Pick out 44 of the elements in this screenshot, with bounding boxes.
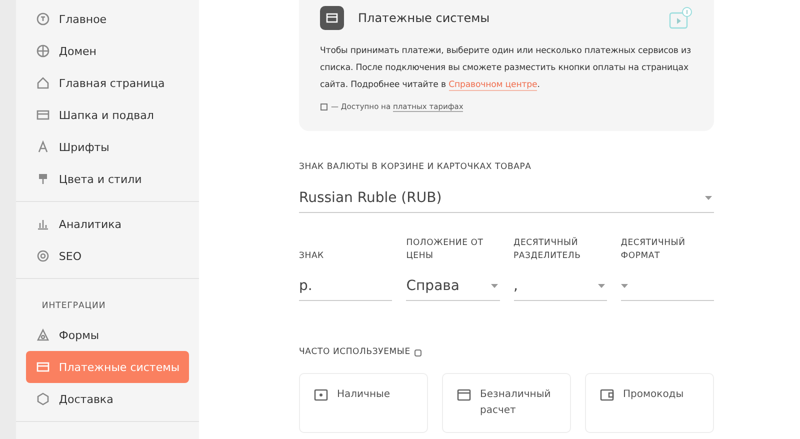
- bar-chart-icon: [36, 217, 50, 231]
- card-icon: [320, 6, 344, 30]
- cash-icon: [314, 388, 328, 402]
- sidebar-item[interactable]: Доставка: [26, 383, 189, 415]
- sidebar-item[interactable]: SEO: [26, 240, 189, 272]
- select-field[interactable]: Справа: [406, 271, 500, 301]
- caret-icon: [490, 284, 498, 288]
- select-field[interactable]: ,: [514, 271, 607, 301]
- payment-method-card[interactable]: Безналичный расчет: [442, 373, 571, 433]
- currency-select[interactable]: Russian Ruble (RUB): [299, 183, 714, 213]
- sidebar-item[interactable]: Главное: [26, 3, 189, 35]
- section-heading: ЧАСТО ИСПОЛЬЗУЕМЫЕ: [299, 346, 410, 359]
- house-icon: [36, 76, 50, 90]
- card-icon: [457, 388, 471, 402]
- sidebar-item[interactable]: Шапка и подвал: [26, 99, 189, 131]
- input-field[interactable]: р.: [299, 271, 392, 301]
- target-icon: [36, 249, 50, 263]
- caret-icon: [705, 196, 712, 200]
- sidebar-item[interactable]: Формы: [26, 319, 189, 351]
- card-title: Платежные системы: [358, 11, 491, 25]
- sidebar-item[interactable]: Шрифты: [26, 131, 189, 163]
- video-info-icon[interactable]: [669, 7, 693, 29]
- caret-icon: [598, 284, 605, 288]
- sidebar-item[interactable]: Главная страница: [26, 67, 189, 99]
- description: Чтобы принимать платежи, выберите один или несколько платежных сервисов из списка. После подключения вы сможете разместить кнопки оплаты на страницах сайта. Подробнее читайте в Справочном центре.: [320, 45, 692, 93]
- field-label: ЗНАК: [299, 250, 325, 263]
- sidebar-item[interactable]: Домен: [26, 35, 189, 67]
- caret-icon: [620, 284, 628, 288]
- box-icon: [36, 392, 50, 406]
- sidebar-item[interactable]: Аналитика: [26, 208, 189, 240]
- section-heading: ИНТЕГРАЦИИ: [40, 300, 106, 313]
- panel-icon: [36, 108, 50, 122]
- shapes-icon: [36, 328, 50, 342]
- field-label: ЗНАК ВАЛЮТЫ В КОРЗИНЕ И КАРТОЧКАХ ТОВАРА: [299, 161, 532, 174]
- field-label: ПОЛОЖЕНИЕ ОТ ЦЕНЫ: [406, 237, 484, 263]
- letter-icon: [36, 140, 50, 154]
- wallet-icon: [600, 388, 614, 402]
- sidebar-item[interactable]: Цвета и стили: [26, 163, 189, 195]
- card-icon: [36, 360, 50, 374]
- globe-icon: [36, 44, 50, 58]
- field-label: ДЕСЯТИЧНЫЙ РАЗДЕЛИТЕЛЬ: [514, 237, 582, 263]
- field-label: ДЕСЯТИЧНЫЙ ФОРМАТ: [620, 237, 686, 263]
- payment-method-card[interactable]: Промокоды: [585, 373, 714, 433]
- payment-method-card[interactable]: Наличные: [299, 373, 428, 433]
